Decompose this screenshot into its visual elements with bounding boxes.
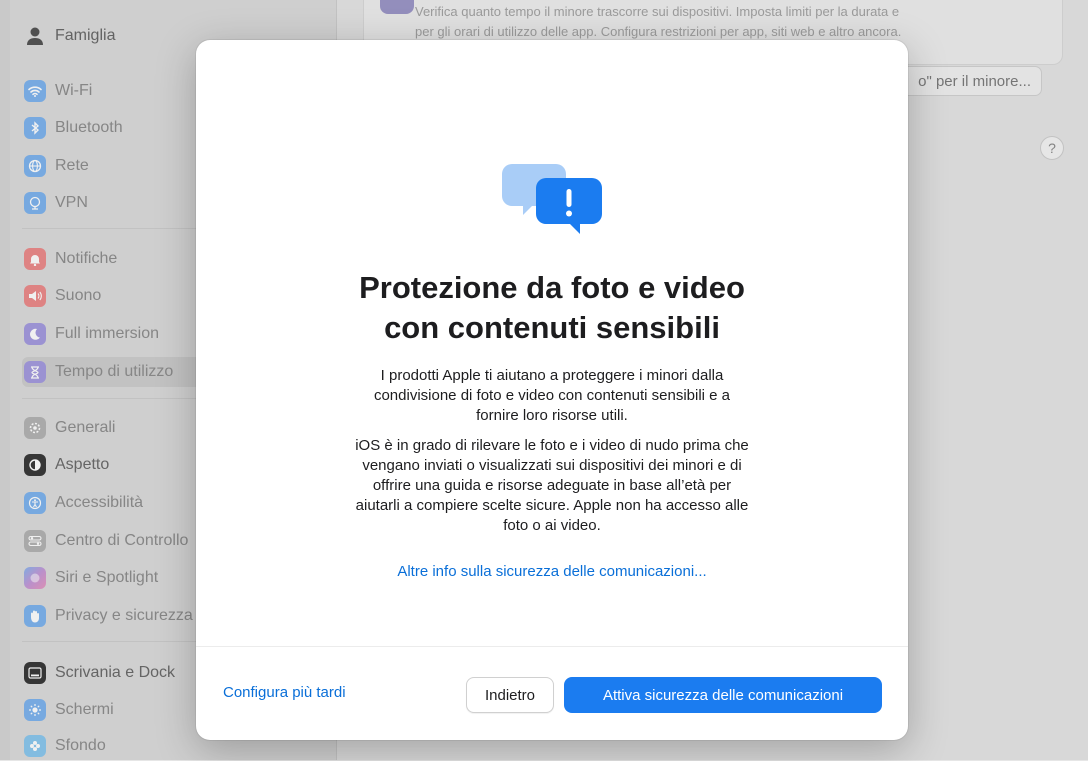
- back-button-label: Indietro: [484, 686, 536, 704]
- message-warning-icon: [498, 156, 608, 246]
- dialog-footer-divider: [196, 646, 908, 647]
- configure-later-link[interactable]: Configura più tardi: [223, 684, 346, 701]
- dialog-detail-paragraph: iOS è in grado di rilevare le foto e i v…: [302, 436, 802, 536]
- back-button[interactable]: Indietro: [466, 677, 554, 713]
- enable-communication-safety-button[interactable]: Attiva sicurezza delle comunicazioni: [564, 677, 882, 713]
- paragraph-line: condivisione di foto e video con contenu…: [373, 387, 731, 404]
- communication-safety-dialog: Protezione da foto e video con contenuti…: [196, 40, 908, 740]
- primary-button-label: Attiva sicurezza delle comunicazioni: [602, 686, 844, 704]
- paragraph-line: offrire una guida e risorse adeguate in …: [372, 477, 732, 494]
- learn-more-link[interactable]: Altre info sulla sicurezza delle comunic…: [196, 563, 908, 580]
- paragraph-line: fornire loro risorse utili.: [476, 407, 628, 424]
- paragraph-line: aiutarli a compiere scelte sicure. Apple…: [355, 497, 749, 514]
- paragraph-line: foto o ai video.: [503, 517, 601, 534]
- dialog-intro-paragraph: I prodotti Apple ti aiutano a proteggere…: [302, 366, 802, 426]
- paragraph-line: iOS è in grado di rilevare le foto e i v…: [355, 437, 749, 454]
- title-line: Protezione da foto e video: [359, 270, 745, 305]
- dialog-title: Protezione da foto e video con contenuti…: [196, 268, 908, 348]
- title-line: con contenuti sensibili: [384, 310, 720, 345]
- paragraph-line: I prodotti Apple ti aiutano a proteggere…: [380, 367, 724, 384]
- paragraph-line: vengano inviati o visualizzati sui dispo…: [362, 457, 742, 474]
